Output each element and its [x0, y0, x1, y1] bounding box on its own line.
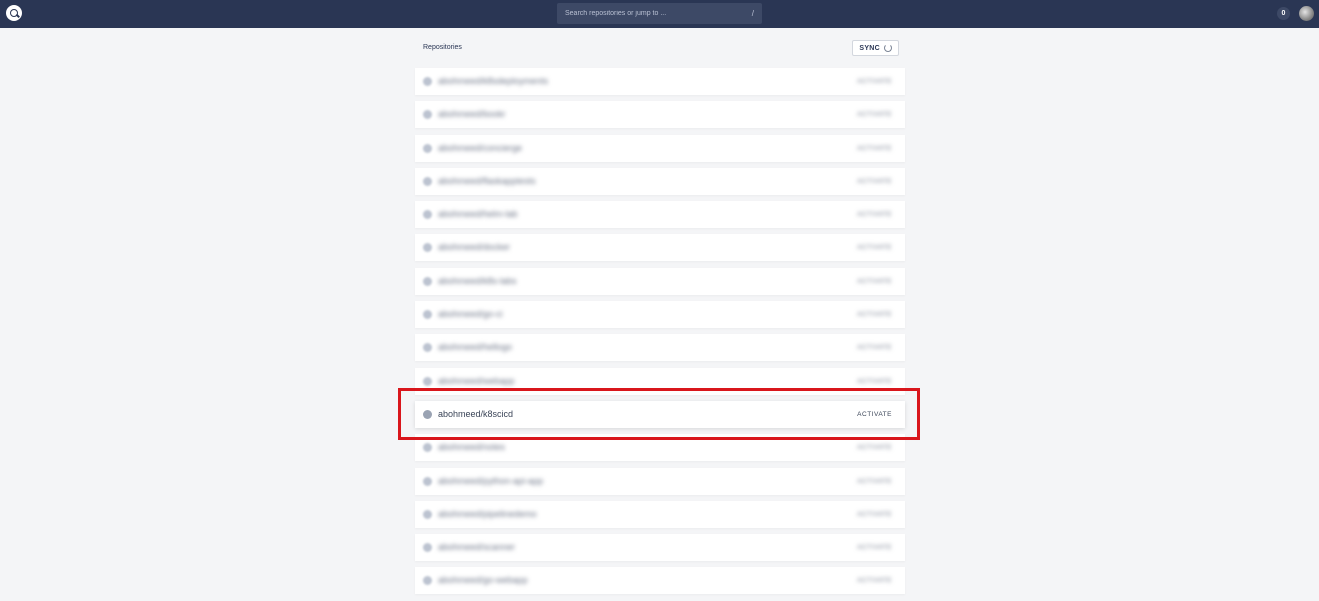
- repository-name[interactable]: abohmeed/go-ci: [438, 309, 503, 319]
- repository-row[interactable]: abohmeed/notes ACTIVATE: [415, 434, 905, 462]
- activate-button[interactable]: ACTIVATE: [857, 78, 892, 85]
- activate-button[interactable]: ACTIVATE: [857, 111, 892, 118]
- repository-row[interactable]: abohmeed/pipelinedemo ACTIVATE: [415, 500, 905, 528]
- repository-row[interactable]: abohmeed/helm-lab ACTIVATE: [415, 201, 905, 229]
- repository-list: abohmeed/k8sdeployments ACTIVATE abohmeed/…: [415, 68, 905, 601]
- github-icon: [423, 576, 432, 586]
- repository-row[interactable]: abohmeed/bookr ACTIVATE: [415, 101, 905, 129]
- repository-row[interactable]: abohmeed/scanner ACTIVATE: [415, 534, 905, 562]
- activate-button[interactable]: ACTIVATE: [857, 344, 892, 351]
- github-icon: [423, 310, 432, 320]
- github-icon: [423, 77, 432, 86]
- repository-row[interactable]: abohmeed/flaskapptests ACTIVATE: [415, 167, 905, 195]
- top-navbar: / 0: [0, 0, 1319, 28]
- github-icon: [423, 543, 432, 553]
- github-icon: [423, 509, 432, 519]
- search-bar[interactable]: /: [557, 3, 762, 24]
- activate-button[interactable]: ACTIVATE: [857, 444, 892, 451]
- github-icon: [423, 443, 432, 453]
- activate-button[interactable]: ACTIVATE: [857, 278, 892, 285]
- github-icon: [423, 376, 432, 386]
- github-icon: [423, 176, 432, 186]
- repository-name[interactable]: abohmeed/docker: [438, 242, 510, 252]
- repository-name[interactable]: abohmeed/bookr: [438, 109, 506, 119]
- github-icon: [423, 110, 432, 120]
- repository-row[interactable]: abohmeed/concierge ACTIVATE: [415, 134, 905, 162]
- activate-button[interactable]: ACTIVATE: [857, 478, 892, 485]
- search-input[interactable]: [565, 10, 745, 17]
- repository-name[interactable]: abohmeed/flaskapptests: [438, 176, 536, 186]
- github-icon: [423, 476, 432, 486]
- repositories-header: Repositories SYNC: [415, 40, 905, 58]
- repository-row[interactable]: abohmeed/webapp ACTIVATE: [415, 367, 905, 395]
- repository-row[interactable]: abohmeed/go-ci ACTIVATE: [415, 301, 905, 329]
- github-icon: [423, 143, 432, 153]
- repository-row[interactable]: abohmeed/docker ACTIVATE: [415, 234, 905, 262]
- sync-label: SYNC: [859, 44, 880, 52]
- repository-name[interactable]: abohmeed/python-api-app: [438, 476, 543, 486]
- github-icon: [423, 343, 432, 353]
- repository-name[interactable]: abohmeed/k8s-labs: [438, 276, 517, 286]
- repository-name[interactable]: abohmeed/go-webapp: [438, 575, 528, 585]
- activate-button[interactable]: ACTIVATE: [857, 145, 892, 152]
- repository-name[interactable]: abohmeed/pipelinedemo: [438, 509, 537, 519]
- github-icon: [423, 210, 432, 220]
- page-title: Repositories: [423, 44, 462, 51]
- repository-name[interactable]: abohmeed/k8scicd: [438, 409, 513, 419]
- notification-count-badge[interactable]: 0: [1277, 7, 1290, 20]
- repository-name[interactable]: abohmeed/k8sdeployments: [438, 76, 548, 86]
- repository-name[interactable]: abohmeed/helm-lab: [438, 209, 518, 219]
- activate-button[interactable]: ACTIVATE: [857, 244, 892, 251]
- repository-name[interactable]: abohmeed/hellogo: [438, 342, 512, 352]
- repository-row[interactable]: abohmeed/python-api-app ACTIVATE: [415, 467, 905, 495]
- repository-row[interactable]: abohmeed/k8s-labs ACTIVATE: [415, 267, 905, 295]
- repository-name[interactable]: abohmeed/notes: [438, 442, 505, 452]
- refresh-icon: [884, 44, 892, 52]
- activate-button[interactable]: ACTIVATE: [857, 378, 892, 385]
- sync-button[interactable]: SYNC: [852, 40, 899, 56]
- repository-name[interactable]: abohmeed/scanner: [438, 542, 515, 552]
- activate-button[interactable]: ACTIVATE: [857, 544, 892, 551]
- repository-row[interactable]: abohmeed/k8sdeployments ACTIVATE: [415, 68, 905, 95]
- github-icon: [423, 276, 432, 286]
- repository-row[interactable]: abohmeed/hellogo ACTIVATE: [415, 334, 905, 362]
- search-shortcut-hint: /: [751, 9, 754, 18]
- user-avatar[interactable]: [1299, 6, 1314, 21]
- repository-row[interactable]: abohmeed/go-webapp ACTIVATE: [415, 567, 905, 595]
- activate-button[interactable]: ACTIVATE: [857, 178, 892, 185]
- repository-row[interactable]: abohmeed/k8scicd ACTIVATE: [415, 400, 905, 428]
- github-icon: [423, 243, 432, 253]
- activate-button[interactable]: ACTIVATE: [857, 211, 892, 218]
- drone-logo-icon[interactable]: [6, 5, 22, 21]
- github-icon: [423, 409, 432, 419]
- activate-button[interactable]: ACTIVATE: [857, 511, 892, 518]
- activate-button[interactable]: ACTIVATE: [857, 411, 892, 418]
- repository-name[interactable]: abohmeed/webapp: [438, 376, 515, 386]
- activate-button[interactable]: ACTIVATE: [857, 577, 892, 584]
- activate-button[interactable]: ACTIVATE: [857, 311, 892, 318]
- repository-name[interactable]: abohmeed/concierge: [438, 143, 522, 153]
